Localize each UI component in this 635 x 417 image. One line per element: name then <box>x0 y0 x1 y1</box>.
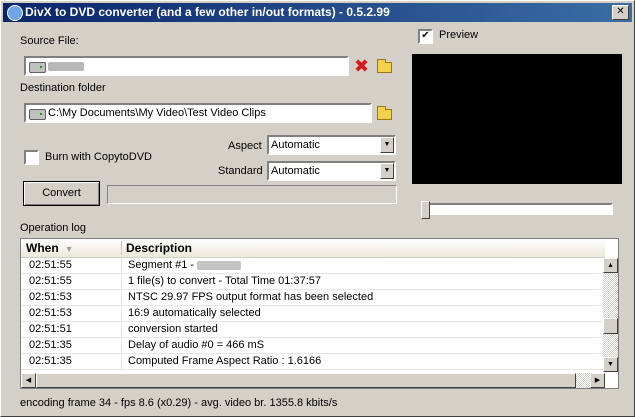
horizontal-scrollbar-thumb[interactable] <box>36 373 576 388</box>
scroll-left-icon[interactable]: ◀ <box>21 373 36 388</box>
log-row[interactable]: 02:51:53 16:9 automatically selected <box>21 306 605 322</box>
row-separator <box>121 274 122 290</box>
scroll-up-icon[interactable]: ▲ <box>603 258 618 273</box>
standard-select[interactable]: Automatic ▼ <box>267 161 396 181</box>
chevron-down-icon[interactable]: ▼ <box>380 137 394 153</box>
log-description: NTSC 29.97 FPS output format has been se… <box>128 291 374 303</box>
app-window: DivX to DVD converter (and a few other i… <box>0 0 635 417</box>
preview-position-slider[interactable] <box>421 201 613 219</box>
standard-value: Automatic <box>271 165 320 177</box>
convert-button[interactable]: Convert <box>23 181 100 206</box>
operation-log-label: Operation log <box>20 222 87 234</box>
row-separator <box>121 322 122 338</box>
source-file-field[interactable] <box>24 56 349 76</box>
log-time: 02:51:53 <box>29 291 72 303</box>
sort-descending-icon: ▼ <box>64 244 74 254</box>
log-description: Delay of audio #0 = 466 mS <box>128 339 265 351</box>
log-time: 02:51:51 <box>29 323 72 335</box>
browse-destination-folder-icon[interactable] <box>377 106 392 120</box>
destination-folder-value: C:\My Documents\My Video\Test Video Clip… <box>48 107 266 119</box>
row-separator <box>121 306 122 322</box>
row-separator <box>121 258 122 274</box>
log-time: 02:51:55 <box>29 259 72 271</box>
video-preview <box>412 54 622 184</box>
log-description: Segment #1 - <box>128 259 242 271</box>
burn-checkbox[interactable] <box>24 150 39 165</box>
scrollbar-thumb[interactable] <box>603 318 618 334</box>
app-icon <box>7 5 23 21</box>
column-when-label: When <box>26 241 59 255</box>
log-row[interactable]: 02:51:35 Delay of audio #0 = 466 mS <box>21 338 605 354</box>
row-separator <box>121 354 122 370</box>
destination-folder-field[interactable]: C:\My Documents\My Video\Test Video Clip… <box>24 103 372 123</box>
column-separator[interactable] <box>121 241 122 255</box>
log-time: 02:51:35 <box>29 339 72 351</box>
log-time: 02:51:55 <box>29 275 72 287</box>
browse-source-folder-icon[interactable] <box>377 59 392 73</box>
aspect-select[interactable]: Automatic ▼ <box>267 135 396 155</box>
scroll-down-icon[interactable]: ▼ <box>603 357 618 372</box>
log-row[interactable]: 02:51:55 1 file(s) to convert - Total Ti… <box>21 274 605 290</box>
log-header: When ▼ Description <box>21 239 605 258</box>
log-time: 02:51:35 <box>29 355 72 367</box>
close-button[interactable]: ✕ <box>612 5 629 20</box>
window-title: DivX to DVD converter (and a few other i… <box>25 5 390 19</box>
log-description: Computed Frame Aspect Ratio : 1.6166 <box>128 355 322 367</box>
aspect-value: Automatic <box>271 139 320 151</box>
clear-source-icon[interactable]: ✖ <box>354 57 369 75</box>
operation-log-list[interactable]: When ▼ Description 02:51:55 Segment #1 - … <box>20 238 619 389</box>
log-time: 02:51:53 <box>29 307 72 319</box>
log-rows: 02:51:55 Segment #1 - 02:51:55 1 file(s)… <box>21 258 605 370</box>
log-row[interactable]: 02:51:51 conversion started <box>21 322 605 338</box>
standard-label: Standard <box>218 165 263 177</box>
log-description: 16:9 automatically selected <box>128 307 261 319</box>
column-header-description[interactable]: Description <box>126 241 192 255</box>
row-separator <box>121 290 122 306</box>
column-header-when[interactable]: When ▼ <box>26 241 74 255</box>
source-file-label: Source File: <box>20 35 79 47</box>
drive-icon <box>29 62 46 73</box>
log-row[interactable]: 02:51:35 Computed Frame Aspect Ratio : 1… <box>21 354 605 370</box>
slider-thumb[interactable] <box>421 201 430 219</box>
conversion-progress-bar <box>107 185 397 204</box>
status-text: encoding frame 34 - fps 8.6 (x0.29) - av… <box>20 397 338 409</box>
destination-folder-label: Destination folder <box>20 82 106 94</box>
log-description-text: Segment #1 - <box>128 259 198 271</box>
log-vertical-scrollbar[interactable]: ▲ ▼ <box>603 258 618 372</box>
scroll-right-icon[interactable]: ▶ <box>590 373 605 388</box>
row-separator <box>121 338 122 354</box>
log-row[interactable]: 02:51:53 NTSC 29.97 FPS output format ha… <box>21 290 605 306</box>
aspect-label: Aspect <box>228 140 262 152</box>
status-bar: encoding frame 34 - fps 8.6 (x0.29) - av… <box>1 391 634 416</box>
chevron-down-icon[interactable]: ▼ <box>380 163 394 179</box>
preview-label: Preview <box>439 29 479 41</box>
preview-checkbox[interactable]: ✔ <box>418 29 433 44</box>
log-horizontal-scrollbar[interactable]: ◀ ▶ <box>21 373 605 388</box>
log-description: 1 file(s) to convert - Total Time 01:37:… <box>128 275 321 287</box>
segment-filename-redacted <box>197 260 242 270</box>
drive-icon <box>29 109 46 120</box>
title-bar[interactable]: DivX to DVD converter (and a few other i… <box>3 3 632 22</box>
source-filename-redacted <box>48 62 84 71</box>
log-row[interactable]: 02:51:55 Segment #1 - <box>21 258 605 274</box>
burn-label: Burn with CopytoDVD <box>45 151 152 163</box>
log-description: conversion started <box>128 323 218 335</box>
